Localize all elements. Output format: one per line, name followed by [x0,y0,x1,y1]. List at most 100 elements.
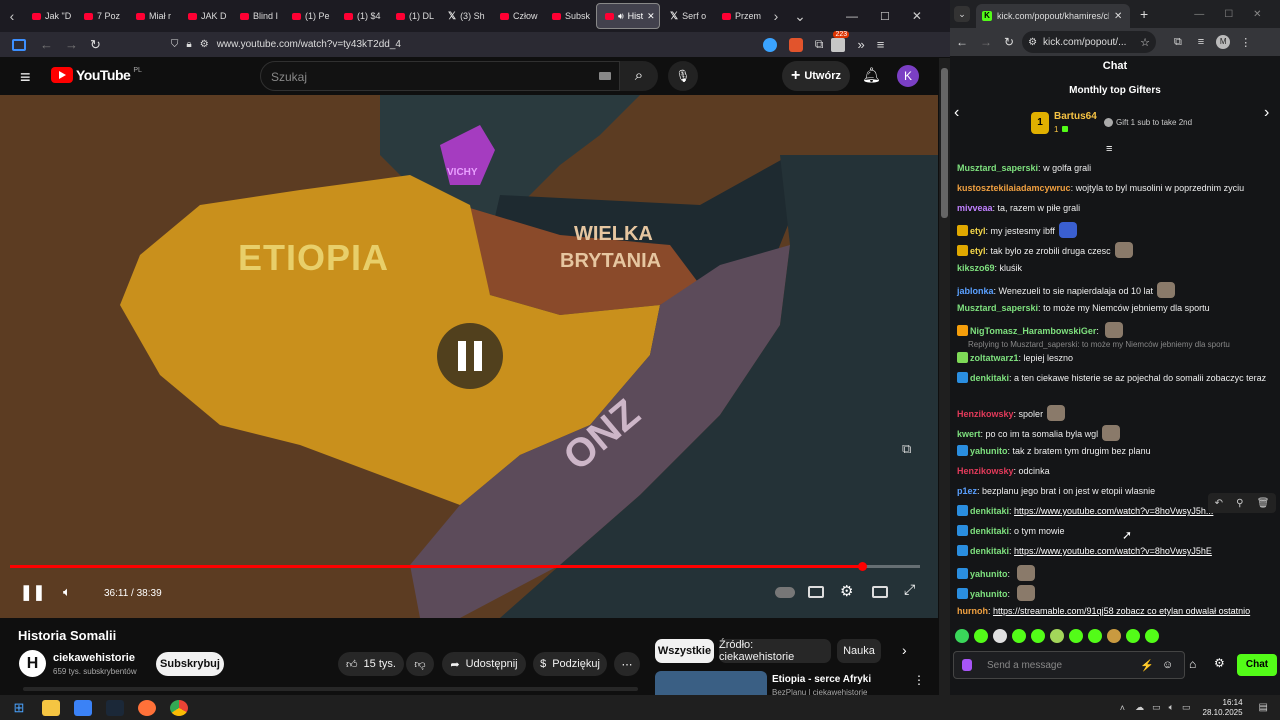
settings-gear-icon[interactable]: ⚙ [840,582,853,600]
chrome-menu-icon[interactable]: ⋮ [1240,36,1251,49]
extensions-icon[interactable]: ⧉ [1174,36,1182,49]
subscribe-button[interactable]: Subskrybuj [156,652,224,676]
chat-username[interactable]: Henzikowsky [957,409,1014,419]
thanks-button[interactable]: $ Podziękuj [533,652,607,676]
quick-emote-icon[interactable] [1107,629,1121,643]
profile-avatar[interactable]: M [1216,35,1231,49]
volume-icon[interactable]: 🔈︎ [63,584,71,600]
forward-icon[interactable]: → [980,35,992,49]
chat-username[interactable]: denkitaki [970,546,1009,556]
theater-mode-icon[interactable] [872,586,888,598]
steam-icon[interactable] [106,699,124,716]
maximize-icon[interactable]: ☐ [1224,9,1233,20]
description-box[interactable] [23,687,638,691]
fullscreen-icon[interactable]: ⤢ [904,581,915,598]
hamburger-menu-icon[interactable]: ≡ [20,67,31,88]
new-tab-icon[interactable]: + [1140,6,1148,22]
cloud-icon[interactable]: ☁ [1135,702,1144,713]
chip-science[interactable]: Nauka [837,639,881,663]
reload-icon[interactable]: ↻ [90,37,101,53]
chat-username[interactable]: kikszo69 [957,263,995,273]
chat-username[interactable]: jablonka [957,286,994,296]
video-player[interactable]: VICHY ETIOPIA WIELKA BRYTANIA ONZ ⧉ ❚❚ 🔈… [0,95,938,618]
speaker-icon[interactable]: 🔈︎ [1169,702,1174,713]
recommended-more-icon[interactable]: ⋮ [913,673,925,687]
menu-icon[interactable]: ≡ [877,37,885,52]
chat-username[interactable]: kwert [957,429,981,439]
close-tab-icon[interactable]: ✕ [647,11,655,22]
file-explorer-icon[interactable] [42,699,60,716]
firefox-tab[interactable]: 7 Poz [76,3,126,29]
chat-username[interactable]: yahunito [970,569,1008,579]
microphone-icon[interactable] [962,659,972,671]
quick-emote-icon[interactable] [1050,629,1064,643]
scrollbar-thumb[interactable] [941,68,948,218]
quick-emote-icon[interactable] [1031,629,1045,643]
firefox-tab[interactable]: 𝕏 Serf o [662,3,712,29]
channel-name[interactable]: ciekawehistorie [53,652,135,664]
firefox-tab[interactable]: Miał r [128,3,178,29]
chat-username[interactable]: denkitaki [970,526,1009,536]
chat-username[interactable]: Musztard_saperski [957,303,1038,313]
chat-username[interactable]: yahunito [970,589,1008,599]
delete-icon[interactable]: 🗑︎ [1257,498,1270,509]
chat-link[interactable]: https://streamable.com/91qj58 zobacz co … [993,606,1250,616]
quick-emote-icon[interactable] [1069,629,1083,643]
chat-username[interactable]: denkitaki [970,506,1009,516]
voice-search-button[interactable]: 🎙︎ [668,61,698,91]
chrome-icon[interactable] [170,699,188,716]
quick-emote-icon[interactable] [1012,629,1026,643]
message-input[interactable]: Send a message ⚡ ☺ [953,651,1185,679]
start-button-icon[interactable]: ⊞ [10,700,28,716]
account-avatar[interactable]: K [897,65,919,87]
chat-username[interactable]: etyl [970,226,986,236]
pause-icon[interactable]: ❚❚ [20,583,45,601]
firefox-tab[interactable]: (1) Pe [284,3,334,29]
close-window-icon[interactable]: ✕ [912,9,922,23]
forward-icon[interactable]: → [65,37,78,52]
like-button[interactable]: 👍︎ 15 tys. [338,652,404,676]
recommended-thumbnail[interactable] [655,671,767,695]
more-tools-icon[interactable]: » [857,37,864,52]
chat-username[interactable]: Musztard_saperski [957,163,1038,173]
chat-username[interactable]: NigTomasz_HarambowskiGer [970,326,1096,336]
maximize-icon[interactable]: ☐ [880,10,890,23]
keyboard-icon[interactable] [599,72,611,80]
firefox-icon[interactable] [138,699,156,716]
chip-all[interactable]: Wszystkie [655,639,714,663]
share-button[interactable]: ➦ Udostępnij [442,652,526,676]
chat-username[interactable]: zoltatwarz1 [970,353,1019,363]
firefox-tab[interactable]: Przem [714,3,764,29]
miniplayer-icon[interactable]: ⧉ [902,441,911,457]
progress-bar[interactable] [10,565,920,568]
clock[interactable]: 16:14 28.10.2025 [1203,698,1243,718]
tab-scroll-right-icon[interactable]: › [764,8,788,24]
more-actions-button[interactable]: ⋯ [614,652,640,676]
firefox-tab[interactable]: Blind I [232,3,282,29]
firefox-tab[interactable]: Jak "D [24,3,74,29]
firefox-tab[interactable]: 𝕏 (3) Sh [440,3,490,29]
extension-badge-icon[interactable]: 223 [831,30,850,52]
reply-icon[interactable]: ↶ [1215,498,1223,509]
emoji-icon[interactable]: ☺ [1162,659,1173,671]
chat-link[interactable]: https://www.youtube.com/watch?v=8hoVwsyJ… [1014,506,1213,516]
chat-username[interactable]: etyl [970,246,986,256]
app-icon[interactable] [74,699,92,716]
notifications-icon[interactable]: ▤ [1259,702,1268,713]
firefox-tab[interactable]: Subsk [544,3,594,29]
create-button[interactable]: + Utwórz [782,61,850,91]
close-tab-icon[interactable]: ✕ [1114,11,1122,22]
system-tray-chevron-icon[interactable]: ˄ [1120,703,1125,713]
chat-username[interactable]: mivveaa [957,203,993,213]
quick-emote-icon[interactable] [974,629,988,643]
autoplay-toggle[interactable] [775,587,795,598]
send-chat-button[interactable]: Chat [1237,654,1277,676]
minimize-icon[interactable]: — [1194,9,1204,20]
address-bar[interactable]: ⚙ kick.com/popout/... [1022,31,1157,53]
back-icon[interactable]: ← [956,35,968,49]
chat-filter-icon[interactable]: ≡ [1106,143,1112,155]
bookmark-star-icon[interactable]: ☆ [1140,36,1150,49]
gifters-next-icon[interactable]: › [1264,104,1269,122]
tab-search-icon[interactable]: ⌄ [954,6,970,22]
reload-icon[interactable]: ↻ [1004,35,1014,49]
